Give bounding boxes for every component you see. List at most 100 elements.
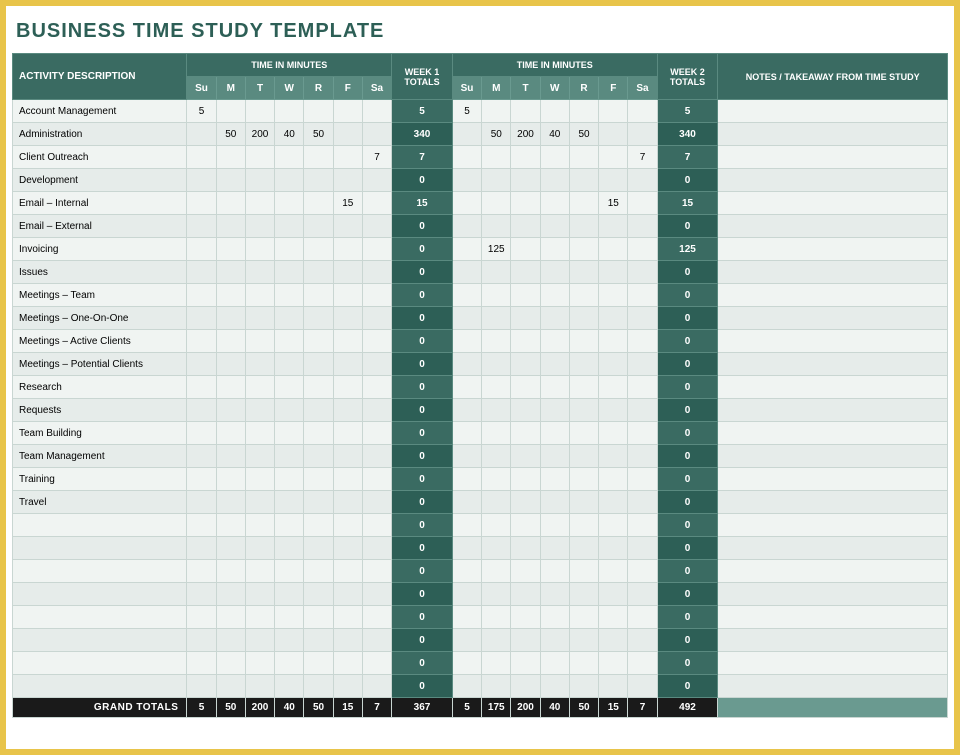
day-cell[interactable] [511,652,540,675]
day-cell[interactable] [569,491,598,514]
day-cell[interactable] [245,445,274,468]
day-cell[interactable] [628,215,657,238]
day-cell[interactable] [304,399,333,422]
day-cell[interactable] [275,146,304,169]
activity-cell[interactable]: Issues [13,261,187,284]
day-cell[interactable] [333,376,362,399]
day-cell[interactable] [540,100,569,123]
activity-cell[interactable]: Research [13,376,187,399]
day-cell[interactable] [628,491,657,514]
day-cell[interactable] [216,399,245,422]
day-cell[interactable] [333,537,362,560]
day-cell[interactable] [482,629,511,652]
day-cell[interactable] [628,330,657,353]
day-cell[interactable] [333,261,362,284]
day-cell[interactable] [482,215,511,238]
notes-cell[interactable] [718,399,948,422]
activity-cell[interactable]: Meetings – Active Clients [13,330,187,353]
day-cell[interactable] [362,399,391,422]
day-cell[interactable] [569,606,598,629]
day-cell[interactable] [333,353,362,376]
day-cell[interactable] [540,238,569,261]
day-cell[interactable] [333,399,362,422]
day-cell[interactable] [245,675,274,698]
day-cell[interactable] [187,261,216,284]
day-cell[interactable] [482,376,511,399]
day-cell[interactable] [628,353,657,376]
day-cell[interactable] [362,537,391,560]
day-cell[interactable] [511,215,540,238]
day-cell[interactable] [482,675,511,698]
day-cell[interactable] [511,307,540,330]
day-cell[interactable] [540,169,569,192]
activity-cell[interactable] [13,652,187,675]
day-cell[interactable] [245,284,274,307]
day-cell[interactable] [275,192,304,215]
notes-cell[interactable] [718,123,948,146]
day-cell[interactable] [569,330,598,353]
day-cell[interactable] [362,215,391,238]
day-cell[interactable] [216,307,245,330]
day-cell[interactable] [628,468,657,491]
day-cell[interactable] [511,422,540,445]
day-cell[interactable] [275,261,304,284]
day-cell[interactable] [511,629,540,652]
day-cell[interactable] [511,514,540,537]
day-cell[interactable] [628,192,657,215]
activity-cell[interactable]: Travel [13,491,187,514]
notes-cell[interactable] [718,514,948,537]
notes-cell[interactable] [718,629,948,652]
day-cell[interactable] [245,583,274,606]
day-cell[interactable] [304,583,333,606]
day-cell[interactable] [304,238,333,261]
day-cell[interactable] [362,629,391,652]
day-cell[interactable] [245,399,274,422]
day-cell[interactable] [599,445,628,468]
day-cell[interactable] [304,192,333,215]
day-cell[interactable] [540,606,569,629]
day-cell[interactable] [540,445,569,468]
day-cell[interactable] [628,169,657,192]
day-cell[interactable] [569,238,598,261]
day-cell[interactable] [333,146,362,169]
activity-cell[interactable]: Administration [13,123,187,146]
day-cell[interactable] [245,192,274,215]
day-cell[interactable] [599,422,628,445]
day-cell[interactable] [511,169,540,192]
day-cell[interactable]: 15 [333,192,362,215]
day-cell[interactable] [452,146,481,169]
day-cell[interactable] [540,399,569,422]
day-cell[interactable] [187,675,216,698]
day-cell[interactable] [628,583,657,606]
notes-cell[interactable] [718,606,948,629]
day-cell[interactable] [599,399,628,422]
day-cell[interactable] [187,422,216,445]
day-cell[interactable] [275,307,304,330]
day-cell[interactable] [304,468,333,491]
notes-cell[interactable] [718,491,948,514]
day-cell[interactable] [511,353,540,376]
notes-cell[interactable] [718,468,948,491]
day-cell[interactable] [216,146,245,169]
day-cell[interactable] [304,537,333,560]
activity-cell[interactable]: Email – Internal [13,192,187,215]
day-cell[interactable] [599,123,628,146]
day-cell[interactable] [628,238,657,261]
day-cell[interactable] [569,192,598,215]
day-cell[interactable] [187,376,216,399]
day-cell[interactable] [628,606,657,629]
day-cell[interactable] [187,583,216,606]
day-cell[interactable] [362,353,391,376]
day-cell[interactable] [511,560,540,583]
day-cell[interactable] [275,100,304,123]
activity-cell[interactable] [13,629,187,652]
day-cell[interactable] [333,238,362,261]
day-cell[interactable] [511,238,540,261]
activity-cell[interactable]: Meetings – Potential Clients [13,353,187,376]
day-cell[interactable] [275,514,304,537]
day-cell[interactable] [482,330,511,353]
day-cell[interactable] [482,422,511,445]
day-cell[interactable] [482,100,511,123]
day-cell[interactable] [275,215,304,238]
day-cell[interactable] [569,261,598,284]
